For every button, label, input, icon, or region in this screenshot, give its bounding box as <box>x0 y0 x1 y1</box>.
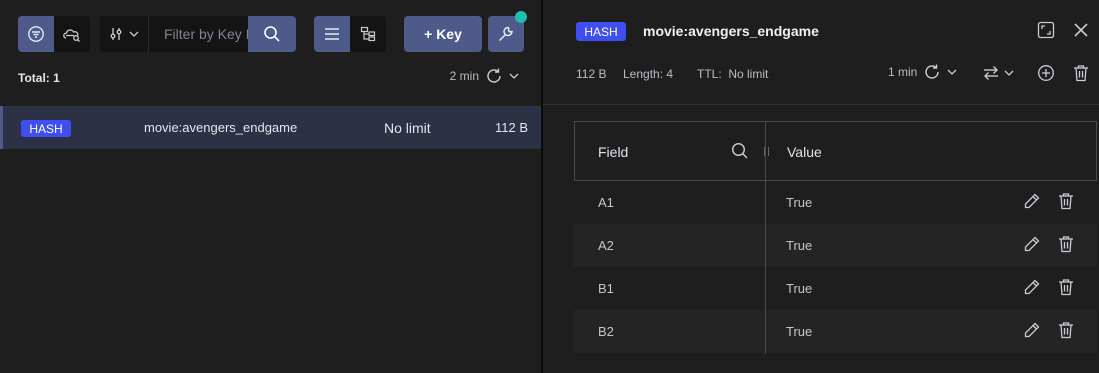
column-divider <box>765 121 766 354</box>
field-cell: B1 <box>598 281 614 296</box>
maximize-button[interactable] <box>1037 21 1055 39</box>
format-swap-icon <box>984 66 998 80</box>
field-cell: B2 <box>598 324 614 339</box>
key-size: 112 B <box>495 120 529 135</box>
search-icon <box>731 142 748 159</box>
edit-icon <box>1024 193 1040 209</box>
wrench-icon <box>498 26 513 42</box>
delete-icon <box>1059 193 1073 210</box>
delete-icon <box>1059 322 1073 339</box>
key-filter-bar <box>100 16 296 52</box>
key-browser-panel: + Key Total: 1 2 min HASH movie:avengers… <box>0 0 541 373</box>
value-cell[interactable]: True <box>786 238 812 253</box>
key-type-filter-dropdown[interactable] <box>100 16 149 52</box>
add-field-button[interactable] <box>1037 64 1055 82</box>
list-view-button[interactable] <box>314 16 350 52</box>
value-cell[interactable]: True <box>786 195 812 210</box>
chevron-down-icon[interactable] <box>947 69 957 75</box>
field-cell: A2 <box>598 238 614 253</box>
detail-length: Length: 4 <box>623 67 674 81</box>
cloud-search-icon <box>63 29 80 42</box>
detail-refresh: 1 min <box>888 63 957 81</box>
key-type-badge: HASH <box>21 120 71 137</box>
hash-fields-table: Field Value A1 True A2 True B1 True B2 T… <box>574 121 1097 354</box>
delete-field-button[interactable] <box>1058 321 1074 339</box>
delete-key-button[interactable] <box>1073 64 1089 82</box>
tree-view-icon <box>360 26 376 42</box>
field-cell: A1 <box>598 195 614 210</box>
delete-field-button[interactable] <box>1058 278 1074 296</box>
filter-icon <box>28 26 44 42</box>
edit-icon <box>1024 279 1040 295</box>
key-ttl: No limit <box>384 120 431 136</box>
search-mode-toggle <box>18 16 90 52</box>
sliders-icon <box>110 28 122 40</box>
close-icon <box>1074 23 1088 37</box>
detail-size: 112 B <box>576 67 607 81</box>
edit-field-button[interactable] <box>1024 279 1040 295</box>
vector-search-button[interactable] <box>54 16 90 52</box>
table-header: Field Value <box>574 121 1097 181</box>
search-icon <box>264 26 280 42</box>
table-row: A2 True <box>574 224 1097 267</box>
edit-icon <box>1024 322 1040 338</box>
value-cell[interactable]: True <box>786 281 812 296</box>
value-cell[interactable]: True <box>786 324 812 339</box>
filter-mode-button[interactable] <box>18 16 54 52</box>
delete-icon <box>1074 65 1088 82</box>
delete-icon <box>1059 279 1073 296</box>
edit-field-button[interactable] <box>1024 193 1040 209</box>
notification-badge <box>515 11 527 23</box>
table-row: A1 True <box>574 181 1097 224</box>
detail-type-badge: HASH <box>576 22 626 41</box>
refresh-icon[interactable] <box>485 67 503 85</box>
edit-field-button[interactable] <box>1024 322 1040 338</box>
key-filter-input[interactable] <box>149 16 248 52</box>
add-key-button[interactable]: + Key <box>404 16 482 52</box>
add-icon <box>1038 65 1054 81</box>
edit-icon <box>1024 236 1040 252</box>
close-details-button[interactable] <box>1072 21 1090 39</box>
delete-icon <box>1059 236 1073 253</box>
value-format-dropdown[interactable] <box>982 65 1014 81</box>
key-details-panel: HASH movie:avengers_endgame 112 B Length… <box>543 0 1099 373</box>
key-list-row[interactable]: HASH movie:avengers_endgame No limit 112… <box>0 106 541 149</box>
chevron-down-icon <box>1004 70 1014 76</box>
view-mode-toggle <box>314 16 386 52</box>
key-name: movie:avengers_endgame <box>144 120 298 135</box>
refresh-icon[interactable] <box>923 63 941 81</box>
detail-ttl[interactable]: TTL: No limit <box>697 67 768 81</box>
delete-field-button[interactable] <box>1058 235 1074 253</box>
detail-key-name[interactable]: movie:avengers_endgame <box>643 23 819 39</box>
last-refresh-label: 2 min <box>449 69 479 83</box>
table-row: B2 True <box>574 310 1097 353</box>
chevron-down-icon[interactable] <box>509 73 519 79</box>
total-keys-label: Total: 1 <box>18 71 60 85</box>
tree-view-button[interactable] <box>350 16 386 52</box>
table-row: B1 True <box>574 267 1097 310</box>
value-column-header: Value <box>787 144 822 160</box>
detail-last-refresh-label: 1 min <box>888 65 918 79</box>
header-separator <box>543 104 1099 105</box>
field-column-header: Field <box>598 144 629 160</box>
list-view-icon <box>325 28 339 40</box>
chevron-down-icon <box>129 31 139 37</box>
search-button[interactable] <box>248 16 296 52</box>
key-list-refresh: 2 min <box>450 67 519 85</box>
field-search-button[interactable] <box>731 142 749 160</box>
edit-field-button[interactable] <box>1024 236 1040 252</box>
maximize-icon <box>1037 21 1055 39</box>
delete-field-button[interactable] <box>1058 192 1074 210</box>
